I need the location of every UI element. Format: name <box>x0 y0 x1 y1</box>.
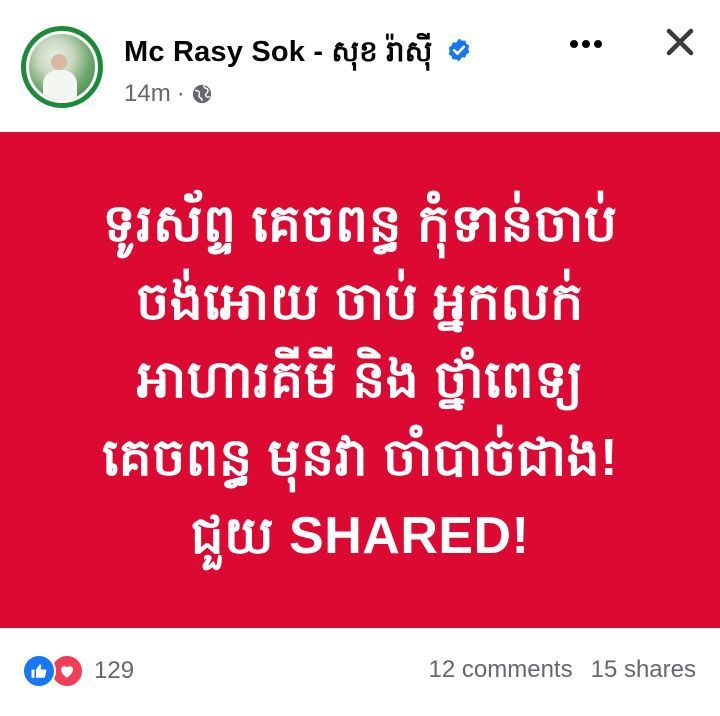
avatar-photo <box>26 31 98 103</box>
poster-text-line: ជួយ SHARED! <box>190 507 530 565</box>
close-icon[interactable] <box>662 24 698 60</box>
more-horizontal-icon[interactable] <box>566 34 606 54</box>
globe-icon <box>192 84 211 104</box>
comments-count-link[interactable]: 12 comments <box>429 656 573 684</box>
verified-badge-icon <box>448 38 470 62</box>
author-name[interactable]: Mc Rasy Sok - សុខ រ៉ាស៊ី <box>124 34 433 76</box>
post-header: Mc Rasy Sok - សុខ រ៉ាស៊ី 14m · <box>0 0 720 130</box>
reactions-summary[interactable]: 129 <box>22 654 134 688</box>
reaction-count: 129 <box>94 657 135 684</box>
engagement-stats: 12 comments 15 shares <box>429 656 696 684</box>
poster-text-line: ទូរស័ព្ទ គេចពន្ធ កុំទាន់ចាប់ <box>102 195 618 253</box>
author-avatar[interactable] <box>21 26 103 108</box>
poster-text-line: គេចពន្ធ មុនវា ចាំបាច់ជាង! <box>102 429 618 487</box>
poster-text-line: ចង់អោយ ចាប់ អ្នកលក់ <box>136 273 584 331</box>
shares-count-link[interactable]: 15 shares <box>591 656 696 684</box>
post-image-poster[interactable]: ទូរស័ព្ទ គេចពន្ធ កុំទាន់ចាប់ ចង់អោយ ចាប់… <box>0 132 720 628</box>
post-time[interactable]: 14m <box>124 80 171 108</box>
meta-separator: · <box>176 80 185 107</box>
post-meta: 14m · <box>124 80 213 108</box>
like-icon <box>22 654 56 688</box>
poster-text-line: អាហារគីមី និង ថ្នាំពេទ្យ <box>136 351 584 409</box>
